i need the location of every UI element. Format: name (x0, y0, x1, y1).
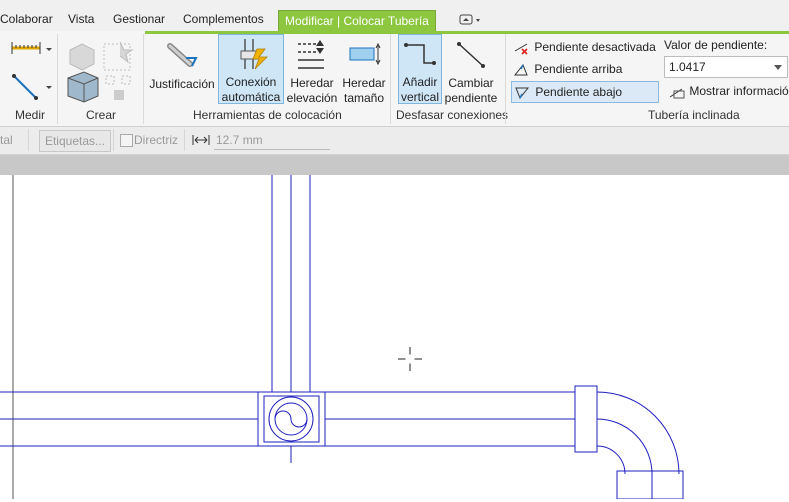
distance-underline (214, 149, 330, 150)
tab-colaborar[interactable]: Colaborar (0, 10, 53, 29)
mostrar-informacion-label: Mostrar informació (689, 84, 789, 98)
valor-pendiente-dropdown[interactable]: 1.0417 (664, 56, 788, 78)
pendiente-arriba-label: Pendiente arriba (534, 62, 623, 76)
elbow-inner (596, 445, 626, 475)
cambiar-pendiente-button[interactable]: Cambiar pendiente (444, 36, 498, 105)
leader-distance-value: 12.7 mm (216, 133, 263, 147)
heredar-tam-line1: Heredar (342, 76, 386, 90)
separator (28, 129, 29, 151)
heredar-tamano-button[interactable]: Heredar tamaño (340, 36, 388, 105)
justification-icon (167, 43, 198, 67)
options-left-fragment: tal (0, 133, 13, 147)
leader-distance-icon (192, 135, 210, 145)
justificacion-label: Justificación (149, 77, 215, 91)
etiquetas-button[interactable]: Etiquetas... (39, 130, 111, 152)
directriz-checkbox[interactable] (120, 134, 133, 147)
view-divider-band (0, 155, 789, 175)
elbow-outer (596, 391, 680, 475)
heredar-tam-line2: tamaño (343, 91, 385, 105)
flange (574, 385, 598, 453)
mostrar-informacion-button[interactable]: Mostrar informació (668, 83, 789, 100)
panel-separator (505, 34, 506, 124)
heredar-elevacion-button[interactable]: Heredar elevación (286, 36, 338, 105)
options-bar: tal Etiquetas... Directriz 12.7 mm (0, 127, 789, 155)
separator (113, 129, 114, 151)
tee-symbol (274, 410, 308, 428)
anadir-vertical-button[interactable]: Añadir vertical (398, 34, 442, 104)
slope-info-icon (669, 88, 685, 99)
tab-gestionar[interactable]: Gestionar (113, 10, 165, 29)
tab-vista[interactable]: Vista (68, 10, 94, 29)
elbow-centerline (596, 418, 653, 475)
panel-toggle-icon (459, 14, 480, 25)
pipe-drawing (0, 175, 684, 500)
ribbon-tab-bar: Colaborar Vista Gestionar Complementos M… (0, 0, 789, 32)
cambiar-line2: pendiente (444, 91, 498, 105)
panel-separator (390, 34, 391, 124)
pendiente-abajo-label: Pendiente abajo (535, 85, 623, 99)
pendiente-desactivada-label: Pendiente desactivada (534, 40, 656, 54)
panel-label-inclinada: Tubería inclinada (648, 108, 740, 122)
cambiar-line1: Cambiar (448, 76, 494, 90)
measure-along-element-icon[interactable] (10, 72, 54, 105)
pendiente-abajo-option[interactable]: Pendiente abajo (511, 81, 659, 103)
conexion-label-line2: automática (221, 90, 281, 104)
measure-between-references-icon[interactable] (10, 38, 54, 65)
inherit-size-icon (349, 42, 381, 66)
panel-separator (57, 34, 58, 124)
add-vertical-icon (404, 43, 436, 65)
inherit-elevation-icon (298, 40, 324, 69)
pendiente-desactivada-option[interactable]: Pendiente desactivada (513, 39, 656, 56)
elbow-flange (616, 470, 684, 500)
panel-separator (143, 34, 144, 124)
justificacion-button[interactable]: Justificación (148, 36, 216, 104)
chevron-down-icon (774, 65, 782, 70)
panel-toggle-dropdown[interactable] (458, 13, 482, 27)
create-part-icon[interactable] (64, 36, 140, 111)
etiquetas-label: Etiquetas... (44, 134, 106, 148)
valor-pendiente-value: 1.0417 (669, 60, 706, 74)
tab-complementos[interactable]: Complementos (183, 10, 264, 29)
slope-up-icon (513, 63, 528, 76)
anadir-line2: vertical (400, 90, 439, 104)
conexion-label-line1: Conexión (225, 75, 277, 89)
separator (184, 129, 185, 151)
slope-down-icon (515, 87, 530, 99)
panel-label-crear: Crear (86, 108, 117, 122)
panel-label-medir: Medir (15, 108, 46, 122)
tab-modificar-colocar-tuberia[interactable]: Modificar | Colocar Tubería (278, 10, 436, 31)
change-slope-icon (457, 42, 485, 68)
drawing-canvas[interactable] (0, 175, 789, 500)
directriz-label: Directriz (134, 133, 178, 147)
panel-label-desfasar: Desfasar conexiones (396, 108, 509, 122)
slope-off-icon (514, 43, 528, 55)
heredar-elev-line2: elevación (286, 91, 338, 105)
panel-label-colocacion: Herramientas de colocación (193, 108, 342, 122)
heredar-elev-line1: Heredar (290, 76, 334, 90)
anadir-line1: Añadir (402, 75, 438, 89)
pendiente-arriba-option[interactable]: Pendiente arriba (513, 61, 622, 78)
conexion-automatica-button[interactable]: Conexión automática (218, 34, 284, 104)
valor-pendiente-label: Valor de pendiente: (664, 38, 768, 52)
auto-connect-icon (240, 39, 268, 70)
